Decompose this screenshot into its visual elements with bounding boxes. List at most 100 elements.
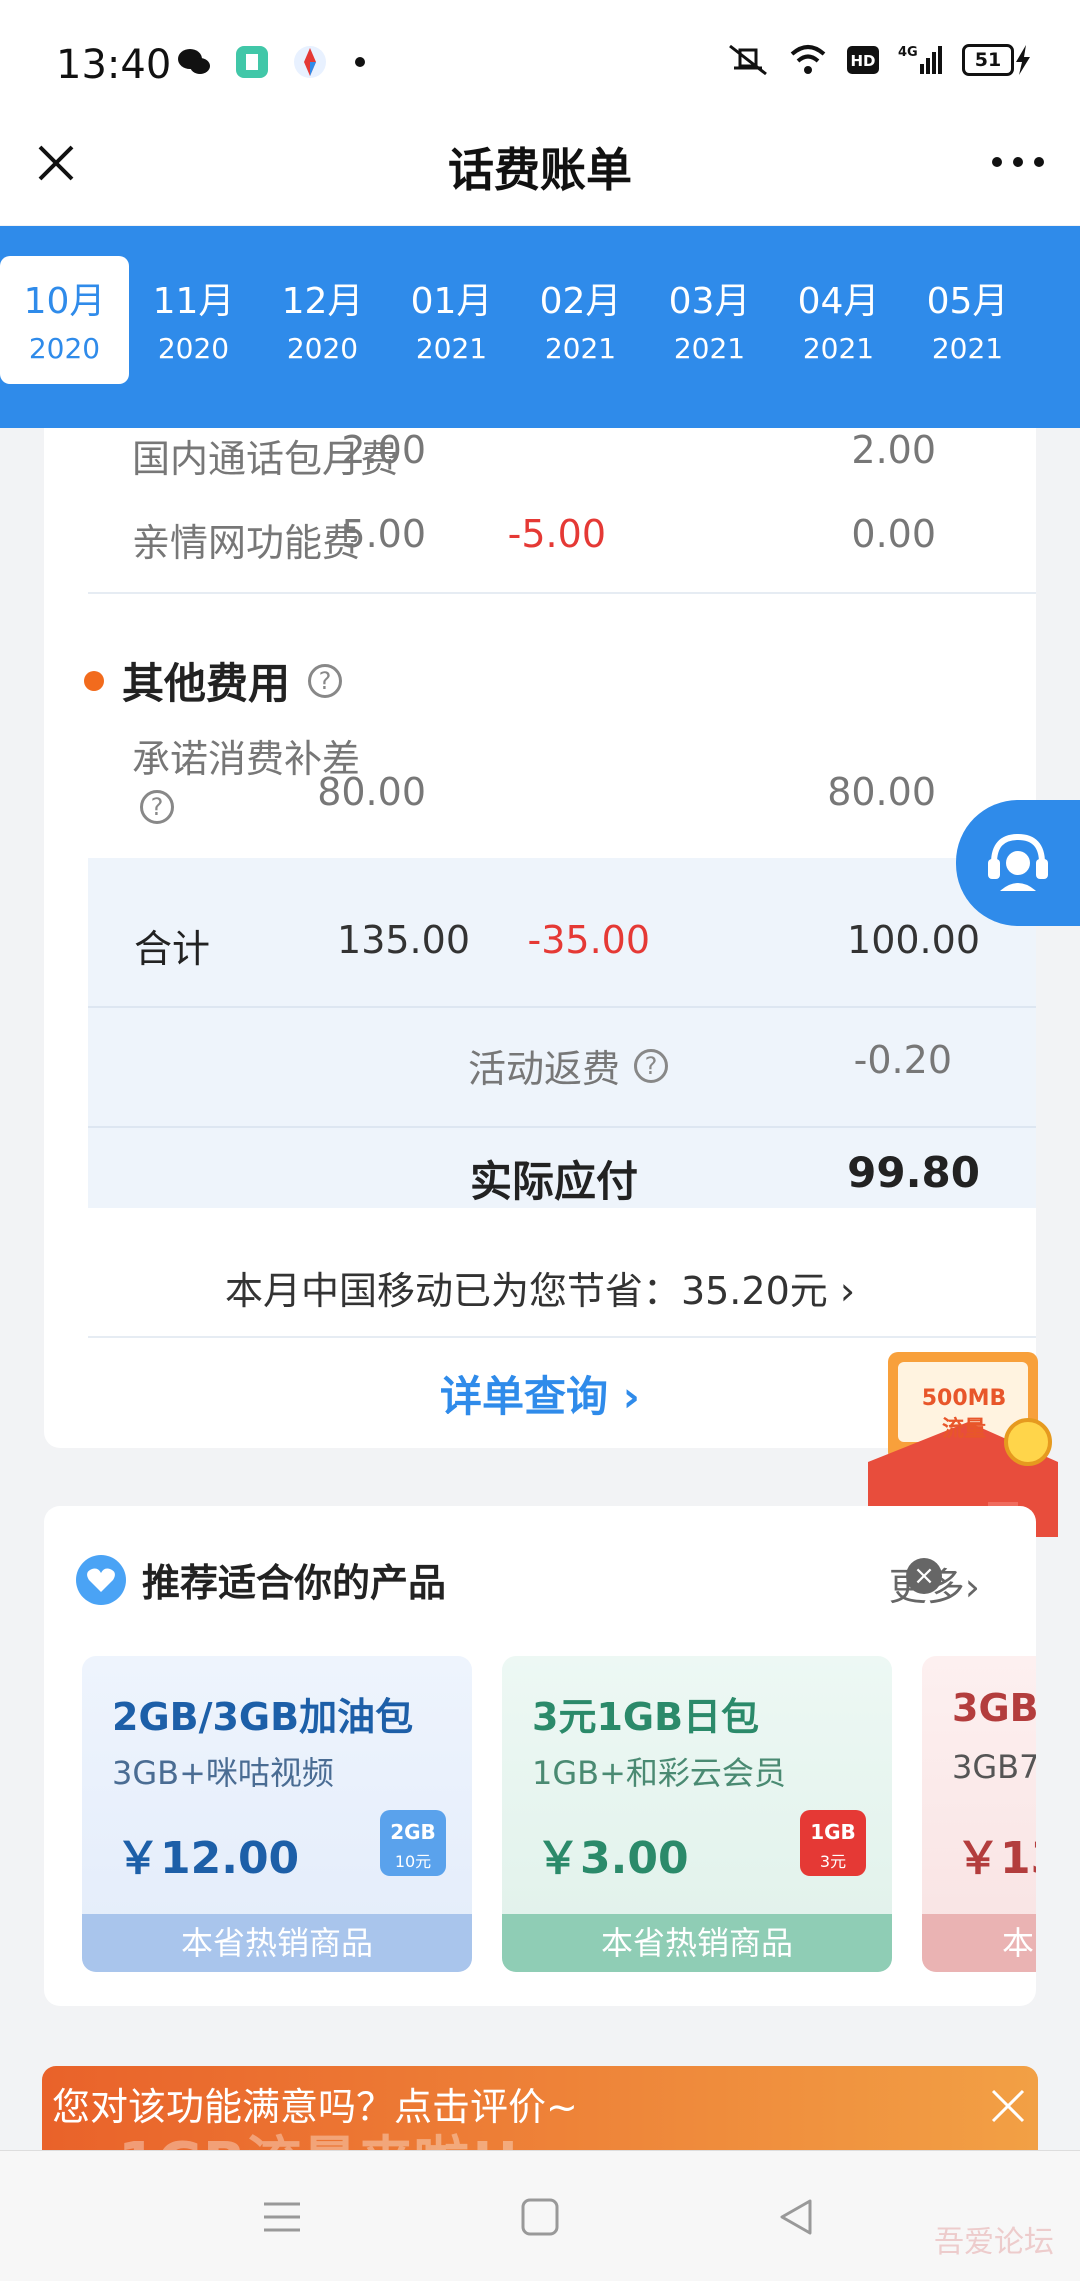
- charging-icon: [1016, 45, 1030, 75]
- tab-month-label: 04月: [797, 281, 880, 322]
- header: 话费账单: [0, 100, 1080, 225]
- other-fees-title: 其他费用 ?: [84, 650, 343, 711]
- tab-month-11-2020[interactable]: 11月 2020: [129, 256, 258, 384]
- tab-month-label: 11月: [152, 281, 235, 322]
- fee-paid: 0.00: [851, 512, 936, 556]
- heart-icon: [76, 1554, 126, 1605]
- back-triangle-icon: [780, 2199, 812, 2235]
- fee-amount: 5.00: [341, 512, 426, 556]
- battery-icon: 51: [962, 44, 1032, 76]
- product-desc: 3GB+咪咕视频: [112, 1754, 334, 1792]
- hd-icon: HD: [847, 46, 879, 74]
- headset-icon: [988, 833, 1048, 891]
- tab-year-label: 2021: [673, 332, 746, 365]
- home-square-icon: [521, 2198, 559, 2236]
- rebate-label-wrap: 活动返费?: [468, 1038, 669, 1093]
- savings-link[interactable]: 本月中国移动已为您节省：35.20元 ›: [44, 1260, 1036, 1315]
- close-icon: [991, 2089, 1025, 2123]
- gift-label: 500MB流量: [921, 1386, 1007, 1442]
- compass-icon: [294, 46, 326, 78]
- data-pack-badge: 2GB 10元: [380, 1810, 446, 1876]
- total-label: 合计: [134, 927, 211, 971]
- hot-sale-tag: 本省热销商品: [502, 1914, 892, 1972]
- hot-sale-tag: 本: [922, 1914, 1036, 1972]
- wechat-icon: [178, 49, 210, 74]
- divider: [88, 1336, 1036, 1338]
- feedback-close-button[interactable]: [978, 2076, 1038, 2136]
- svg-text:4G: 4G: [898, 45, 918, 60]
- product-name: 3GB7: [952, 1686, 1036, 1730]
- tab-month-02-2021[interactable]: 02月 2021: [516, 256, 645, 384]
- divider: [88, 1006, 1036, 1008]
- fee-name: 亲情网功能费: [132, 521, 361, 565]
- product-card[interactable]: 3GB7 3GB7 ￥13 本: [922, 1656, 1036, 1972]
- other-fees-label: 其他费用: [122, 659, 291, 708]
- more-dots-icon: [992, 157, 1044, 167]
- product-name: 3元1GB日包: [532, 1695, 760, 1739]
- notification-icons: [176, 44, 386, 80]
- fee-paid: 80.00: [827, 770, 936, 814]
- product-desc: 1GB+和彩云会员: [532, 1754, 786, 1792]
- product-card[interactable]: 3元1GB日包 1GB+和彩云会员 ￥3.00 1GB 3元 本省热销商品: [502, 1656, 892, 1972]
- hot-sale-tag: 本省热销商品: [82, 1914, 472, 1972]
- status-time: 13:40: [56, 42, 172, 88]
- status-right: HD 4G 51: [726, 42, 1032, 78]
- product-card[interactable]: 2GB/3GB加油包 3GB+咪咕视频 ￥12.00 2GB 10元 本省热销商…: [82, 1656, 472, 1972]
- divider: [88, 1126, 1036, 1128]
- tab-month-03-2021[interactable]: 03月 2021: [645, 256, 774, 384]
- bill-card: 国内通话包月费 2.00 2.00 亲情网功能费 5.00 -5.00 0.00…: [44, 428, 1036, 1448]
- recommendation-card: 推荐适合你的产品 更多› × 2GB/3GB加油包 3GB+咪咕视频 ￥12.0…: [44, 1506, 1036, 2006]
- tab-year-label: 2021: [544, 332, 617, 365]
- help-icon[interactable]: ?: [308, 663, 343, 698]
- fee-discount: -5.00: [507, 512, 606, 556]
- wifi-icon: [790, 45, 826, 74]
- badge-top: 2GB: [390, 1820, 436, 1844]
- product-price: ￥3.00: [536, 1833, 689, 1884]
- fee-amount: 80.00: [317, 770, 426, 814]
- tab-month-12-2020[interactable]: 12月 2020: [258, 256, 387, 384]
- page-title: 话费账单: [448, 143, 632, 197]
- fee-paid: 2.00: [851, 428, 936, 472]
- app-icon: [236, 46, 268, 78]
- tab-month-label: 10月: [23, 281, 106, 322]
- recommend-title-text: 推荐适合你的产品: [142, 1561, 447, 1605]
- tab-year-label: 2021: [802, 332, 875, 365]
- svg-text:HD: HD: [850, 52, 875, 70]
- help-icon[interactable]: ?: [634, 1048, 669, 1083]
- customer-service-button[interactable]: [956, 800, 1080, 926]
- badge-top: 1GB: [810, 1820, 856, 1844]
- signal-icon: 4G: [898, 45, 942, 74]
- menu-button[interactable]: [250, 2185, 314, 2249]
- recommend-title: 推荐适合你的产品: [76, 1552, 446, 1607]
- feedback-banner[interactable]: 1GB流量来啦!! 您对该功能满意吗？点击评价~: [42, 2066, 1038, 2150]
- tab-year-label: 2021: [415, 332, 488, 365]
- watermark: 吾爱论坛: [934, 2225, 1054, 2260]
- more-button[interactable]: [986, 140, 1050, 184]
- rebate-label: 活动返费: [468, 1047, 621, 1091]
- tab-month-01-2021[interactable]: 01月 2021: [387, 256, 516, 384]
- divider: [88, 592, 1036, 594]
- tab-month-10-2020[interactable]: 10月 2020: [0, 256, 129, 384]
- tab-month-05-2021[interactable]: 05月 2021: [903, 256, 1032, 384]
- help-icon[interactable]: ?: [140, 790, 174, 824]
- mute-icon: [729, 44, 767, 76]
- bill-summary: 合计 135.00 -35.00 100.00 活动返费? -0.20 实际应付…: [88, 858, 1036, 1208]
- tab-year-label: 2020: [286, 332, 359, 365]
- product-price: ￥13: [956, 1833, 1036, 1884]
- total-amount: 135.00: [337, 918, 470, 962]
- back-button[interactable]: [764, 2185, 828, 2249]
- close-icon[interactable]: ×: [906, 1558, 942, 1594]
- home-button[interactable]: [508, 2185, 572, 2249]
- tab-month-label: 02月: [539, 281, 622, 322]
- tab-month-label: 01月: [410, 281, 493, 322]
- product-name: 2GB/3GB加油包: [112, 1695, 414, 1739]
- actual-value: 99.80: [847, 1148, 980, 1197]
- tab-month-04-2021[interactable]: 04月 2021: [774, 256, 903, 384]
- tab-month-label: 03月: [668, 281, 751, 322]
- rebate-value: -0.20: [853, 1038, 952, 1082]
- tab-month-label: 12月: [281, 281, 364, 322]
- actual-label: 实际应付: [470, 1157, 639, 1206]
- product-price: ￥12.00: [116, 1833, 300, 1884]
- total-paid: 100.00: [847, 918, 980, 962]
- feedback-text: 您对该功能满意吗？点击评价~: [52, 2085, 578, 2129]
